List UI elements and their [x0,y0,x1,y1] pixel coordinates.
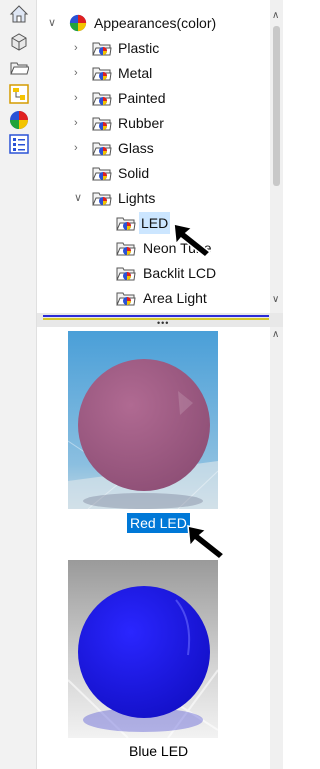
tree-item-label: Backlit LCD [143,265,217,281]
tree-item-metal[interactable]: › Metal [37,62,267,84]
tree-item-plastic[interactable]: › Plastic [37,37,267,59]
tree-item-label: Rubber [118,115,164,131]
tree-item-lights[interactable]: ∨ Lights [37,187,267,209]
appearance-preview-pane: Red LED Blue LED ∧ [37,327,283,769]
appearance-folder-icon [116,215,136,231]
tree-item-root[interactable]: ∨ Appearances(color) [37,12,267,34]
tree-item-label: Area Light [143,290,207,306]
appearance-folder-icon [92,140,112,156]
tree-item-label: Solid [118,165,150,181]
blue-led-caption[interactable]: Blue LED [126,741,191,761]
appearance-tree: ∨ Appearances(color) › Plastic › Metal ›… [37,0,283,313]
appearances-icon[interactable] [9,110,29,130]
splitter-line [43,318,269,320]
tree-item-glass[interactable]: › Glass [37,137,267,159]
appearance-folder-icon [92,90,112,106]
splitter-line [43,315,269,317]
tree-item-led[interactable]: LED [37,212,267,234]
tree-scrollbar[interactable]: ∧ ∨ [270,0,283,313]
tree-item-label: Appearances(color) [94,15,217,31]
scroll-up-icon[interactable]: ∧ [272,10,279,21]
chevron-right-icon[interactable]: › [74,87,86,109]
appearance-folder-icon [92,65,112,81]
appearance-folder-icon [92,165,112,181]
folder-icon[interactable] [9,58,29,78]
home-icon[interactable] [9,4,29,24]
appearance-folder-icon [116,265,136,281]
tree-item-solid[interactable]: Solid [37,162,267,184]
list-icon[interactable] [9,134,29,154]
scroll-down-icon[interactable]: ∨ [272,294,279,305]
task-pane-tabs [0,0,37,769]
tree-item-label: Plastic [118,40,160,56]
tree-item-backlit-lcd[interactable]: Backlit LCD [37,262,267,284]
chevron-right-icon[interactable]: › [74,62,86,84]
preview-scrollbar[interactable]: ∧ [270,327,283,769]
property-icon[interactable] [9,84,29,104]
tree-item-label: Metal [118,65,153,81]
pointer-arrow-icon [172,222,214,263]
pointer-arrow-icon [186,524,228,565]
tree-item-label: Painted [118,90,166,106]
blue-led-thumbnail[interactable] [68,560,218,738]
chevron-right-icon[interactable]: › [74,112,86,134]
tree-item-label: LED [139,212,171,234]
chevron-down-icon[interactable]: ∨ [74,187,86,209]
scroll-up-icon[interactable]: ∧ [272,329,279,340]
red-led-caption[interactable]: Red LED [127,513,190,533]
red-led-thumbnail[interactable] [68,331,218,509]
appearances-color-icon [69,14,89,32]
chevron-right-icon[interactable]: › [74,137,86,159]
appearance-folder-icon [116,240,136,256]
parts-icon[interactable] [9,32,29,52]
appearance-folder-icon [92,190,112,206]
tree-item-painted[interactable]: › Painted [37,87,267,109]
chevron-down-icon[interactable]: ∨ [48,12,60,34]
appearance-folder-icon [92,115,112,131]
chevron-right-icon[interactable]: › [74,37,86,59]
tree-item-rubber[interactable]: › Rubber [37,112,267,134]
tree-item-area-light[interactable]: Area Light [37,287,267,309]
tree-item-label: Lights [118,190,156,206]
scrollbar-thumb[interactable] [273,26,280,186]
pane-splitter[interactable]: ••• [37,313,283,328]
appearance-folder-icon [116,290,136,306]
tree-item-label: Glass [118,140,154,156]
appearance-folder-icon [92,40,112,56]
tree-item-neon-tube[interactable]: Neon Tube [37,237,267,259]
